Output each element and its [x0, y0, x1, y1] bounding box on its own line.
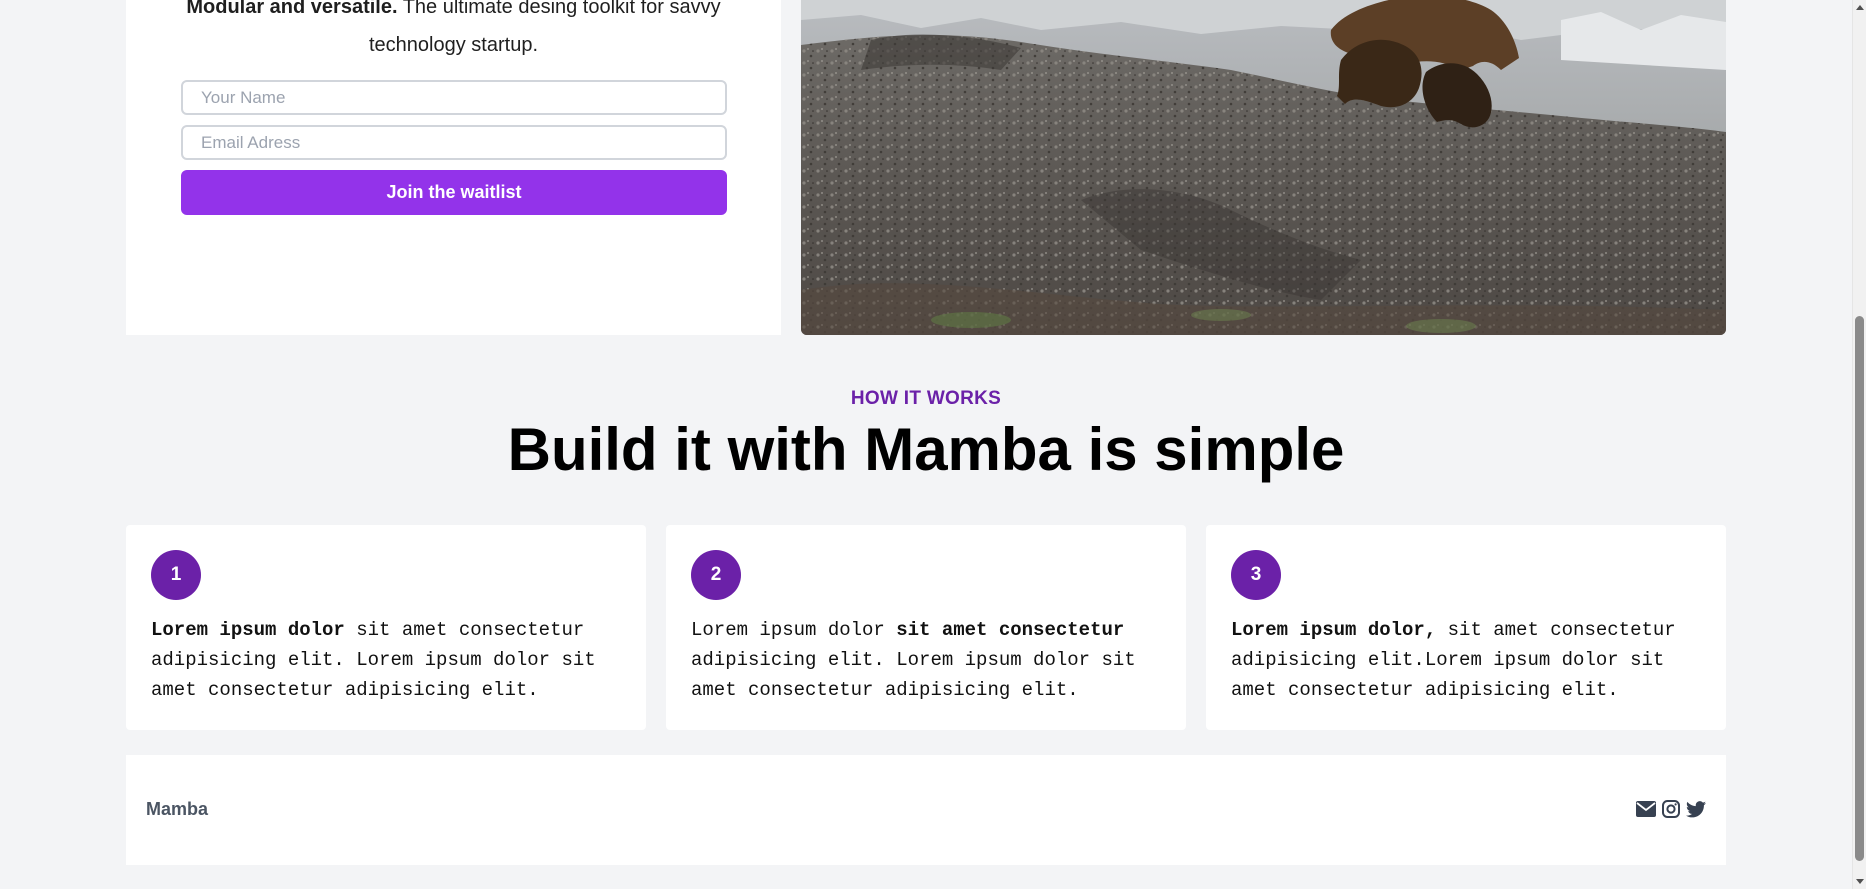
twitter-icon[interactable] — [1686, 799, 1706, 819]
name-input[interactable] — [181, 80, 727, 115]
site-footer: Mamba — [126, 755, 1726, 865]
tagline-line2: technology startup. — [369, 34, 538, 56]
footer-brand[interactable]: Mamba — [146, 799, 208, 820]
section-eyebrow: HOW IT WORKS — [850, 388, 1002, 409]
step-lead: Lorem ipsum dolor — [691, 619, 897, 641]
join-waitlist-button[interactable]: Join the waitlist — [181, 170, 727, 215]
step-description: Lorem ipsum dolor sit amet consectetur a… — [151, 615, 626, 705]
step-card: 3 Lorem ipsum dolor, sit amet consectetu… — [1206, 525, 1726, 730]
scroll-down-arrow-icon[interactable] — [1856, 879, 1864, 884]
step-card: 1 Lorem ipsum dolor sit amet consectetur… — [126, 525, 646, 730]
step-description: Lorem ipsum dolor sit amet consectetur a… — [691, 615, 1166, 705]
step-bold: Lorem ipsum dolor, — [1231, 619, 1437, 641]
scroll-up-arrow-icon[interactable] — [1856, 5, 1864, 10]
email-input[interactable] — [181, 125, 727, 160]
step-bold: sit amet consectetur — [896, 619, 1125, 641]
step-number-badge: 2 — [691, 550, 741, 600]
tagline-rest: The ultimate desing toolkit for savvy — [397, 0, 721, 18]
step-description: Lorem ipsum dolor, sit amet consectetur … — [1231, 615, 1706, 705]
step-bold: Lorem ipsum dolor — [151, 619, 345, 641]
scrollbar-thumb[interactable] — [1855, 316, 1864, 861]
step-card: 2 Lorem ipsum dolor sit amet consectetur… — [666, 525, 1186, 730]
step-number-badge: 1 — [151, 550, 201, 600]
social-links — [1636, 799, 1706, 819]
hero-image-bear — [801, 0, 1726, 335]
hero-tagline: Modular and versatile. The ultimate desi… — [126, 0, 781, 64]
step-number-badge: 3 — [1231, 550, 1281, 600]
envelope-icon[interactable] — [1636, 799, 1656, 819]
step-rest: adipisicing elit. Lorem ipsum dolor sit … — [691, 649, 1136, 701]
page-scrollbar[interactable] — [1852, 0, 1866, 889]
instagram-icon[interactable] — [1661, 799, 1681, 819]
tagline-bold: Modular and versatile. — [186, 0, 398, 18]
hero-signup-card: Modular and versatile. The ultimate desi… — [126, 0, 781, 335]
section-headline: Build it with Mamba is simple — [507, 416, 1345, 483]
